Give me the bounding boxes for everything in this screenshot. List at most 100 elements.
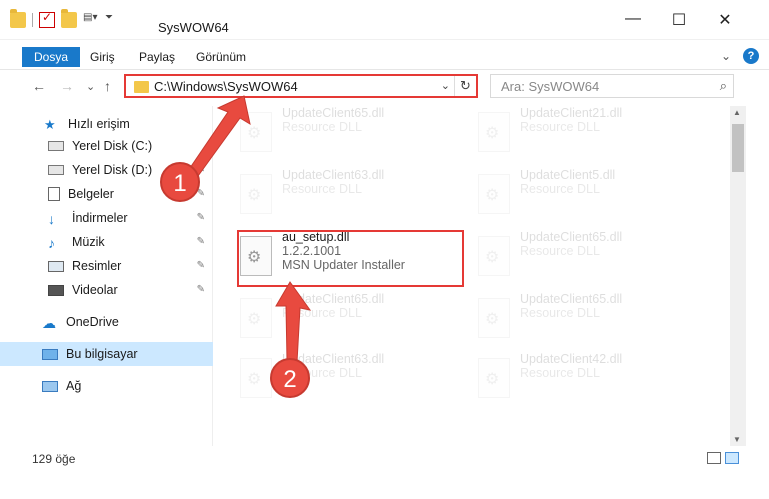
forward-button[interactable]: → xyxy=(60,78,74,94)
file-description: Resource DLL xyxy=(282,306,362,320)
search-input[interactable]: Ara: SysWOW64 xyxy=(501,79,599,94)
file-item[interactable]: UpdateClient5.dll Resource DLL xyxy=(460,168,680,224)
close-button[interactable]: ✕ xyxy=(702,10,748,40)
sidebar-item-label: Bu bilgisayar xyxy=(66,347,138,361)
quick-access-toolbar: ▤▾ ⏷ xyxy=(10,9,121,28)
sidebar-item-downloads[interactable]: ↓ İndirmeler ✎ xyxy=(0,206,213,230)
dll-file-icon xyxy=(478,174,510,214)
sidebar-item-videos[interactable]: Videolar ✎ xyxy=(0,278,213,302)
navigation-bar: ← → ⌄ ↑ C:\Windows\SysWOW64 ⌄ ↻ Ara: Sys… xyxy=(0,72,769,100)
tab-gorunum[interactable]: Görünüm xyxy=(196,48,246,68)
sidebar-item-label: İndirmeler xyxy=(72,211,128,225)
dll-file-icon xyxy=(478,298,510,338)
toolbar-dropdown-icon[interactable]: ⏷ xyxy=(105,12,121,28)
status-bar: 129 öğe xyxy=(0,448,769,470)
sidebar-item-label: Videolar xyxy=(72,283,118,297)
item-count: 129 öğe xyxy=(32,452,76,466)
up-button[interactable]: ↑ xyxy=(104,78,111,94)
file-item[interactable]: UpdateClient21.dll Resource DLL xyxy=(460,106,680,162)
details-view-icon[interactable] xyxy=(707,452,721,464)
music-icon: ♪ xyxy=(48,235,55,251)
sidebar-item-label: OneDrive xyxy=(66,315,119,329)
file-item[interactable]: UpdateClient42.dll Resource DLL xyxy=(460,352,680,408)
sidebar-item-onedrive[interactable]: ☁ OneDrive xyxy=(0,310,213,334)
sidebar-item-label: Ağ xyxy=(66,379,82,393)
maximize-button[interactable]: ☐ xyxy=(656,10,702,40)
expand-ribbon-icon[interactable]: ⌄ xyxy=(721,49,731,63)
dll-file-icon xyxy=(240,298,272,338)
vertical-scrollbar[interactable]: ▲ ▼ xyxy=(730,106,746,446)
scroll-thumb[interactable] xyxy=(732,124,744,172)
computer-icon xyxy=(42,348,58,360)
dll-file-icon xyxy=(478,358,510,398)
address-path[interactable]: C:\Windows\SysWOW64 xyxy=(154,79,298,94)
download-icon: ↓ xyxy=(48,211,55,227)
back-button[interactable]: ← xyxy=(32,78,46,94)
recent-locations-button[interactable]: ⌄ xyxy=(86,80,95,93)
highlight-box-file xyxy=(237,230,464,287)
star-icon: ★ xyxy=(44,117,56,132)
file-name: UpdateClient65.dll xyxy=(282,106,385,120)
address-bar[interactable]: C:\Windows\SysWOW64 ⌄ ↻ xyxy=(124,74,478,98)
dll-file-icon xyxy=(478,112,510,152)
sidebar-item-label: Müzik xyxy=(72,235,105,249)
sidebar-item-pictures[interactable]: Resimler ✎ xyxy=(0,254,213,278)
dll-file-icon xyxy=(240,174,272,214)
network-icon xyxy=(42,380,58,392)
dll-file-icon xyxy=(240,358,272,398)
window-title: SysWOW64 xyxy=(158,20,229,35)
scroll-down-icon[interactable]: ▼ xyxy=(733,435,741,444)
title-bar: ▤▾ ⏷ SysWOW64 — ☐ ✕ xyxy=(0,0,769,40)
file-item[interactable]: UpdateClient65.dll Resource DLL xyxy=(222,292,442,348)
pin-icon[interactable]: ✎ xyxy=(197,236,205,247)
file-item[interactable]: UpdateClient65.dll Resource DLL xyxy=(460,230,680,286)
pin-icon[interactable]: ✎ xyxy=(197,212,205,223)
sidebar-item-this-pc[interactable]: Bu bilgisayar xyxy=(0,342,213,366)
pin-icon[interactable]: ✎ xyxy=(197,260,205,271)
new-folder-icon[interactable] xyxy=(61,9,77,28)
sidebar-item-label: Yerel Disk (C:) xyxy=(72,139,153,153)
file-item[interactable]: UpdateClient65.dll Resource DLL xyxy=(460,292,680,348)
file-description: Resource DLL xyxy=(520,244,600,258)
tab-dosya[interactable]: Dosya xyxy=(22,47,81,67)
ribbon: Dosya Giriş Paylaş Görünüm ⌄ ? xyxy=(0,44,769,70)
tab-paylas[interactable]: Paylaş xyxy=(139,48,175,68)
scroll-up-icon[interactable]: ▲ xyxy=(733,108,741,117)
properties-icon[interactable] xyxy=(39,10,55,28)
callout-1: 1 xyxy=(160,162,200,202)
file-name: UpdateClient21.dll xyxy=(520,106,623,120)
help-icon[interactable]: ? xyxy=(743,48,759,64)
sidebar-item-network[interactable]: Ağ xyxy=(0,374,213,398)
tab-giris[interactable]: Giriş xyxy=(90,48,115,68)
address-dropdown-icon[interactable]: ⌄ xyxy=(441,79,450,92)
sidebar-item-music[interactable]: ♪ Müzik ✎ xyxy=(0,230,213,254)
sidebar-item-label: Belgeler xyxy=(68,187,114,201)
file-item[interactable]: UpdateClient65.dll Resource DLL xyxy=(222,106,442,162)
sidebar-item-quick-access[interactable]: ★ Hızlı erişim xyxy=(0,112,213,136)
sidebar-item-label: Hızlı erişim xyxy=(68,117,130,131)
file-item[interactable]: UpdateClient63.dll Resource DLL xyxy=(222,168,442,224)
pictures-icon xyxy=(48,260,64,272)
file-name: UpdateClient65.dll xyxy=(520,230,623,244)
sidebar-item-label: Yerel Disk (D:) xyxy=(72,163,153,177)
file-name: UpdateClient63.dll xyxy=(282,168,385,182)
document-icon xyxy=(48,187,60,201)
pin-icon[interactable]: ✎ xyxy=(197,284,205,295)
sidebar-item-local-disk-c[interactable]: Yerel Disk (C:) xyxy=(0,134,213,158)
refresh-button[interactable]: ↻ xyxy=(454,76,476,96)
drive-icon xyxy=(48,165,64,175)
file-name: UpdateClient65.dll xyxy=(282,292,385,306)
callout-2: 2 xyxy=(270,358,310,398)
tiles-view-icon[interactable] xyxy=(725,452,739,464)
search-box[interactable]: Ara: SysWOW64 ⌕ xyxy=(490,74,734,98)
file-name: UpdateClient42.dll xyxy=(520,352,623,366)
folder-icon xyxy=(10,9,26,28)
file-item[interactable]: UpdateClient63.dll Resource DLL xyxy=(222,352,442,408)
minimize-button[interactable]: — xyxy=(610,10,656,40)
dll-file-icon xyxy=(478,236,510,276)
customize-toolbar-icon[interactable]: ▤▾ xyxy=(83,12,99,28)
toolbar-separator xyxy=(32,13,33,27)
sidebar-item-label: Resimler xyxy=(72,259,122,273)
cloud-icon: ☁ xyxy=(42,315,56,331)
search-icon: ⌕ xyxy=(719,78,727,93)
